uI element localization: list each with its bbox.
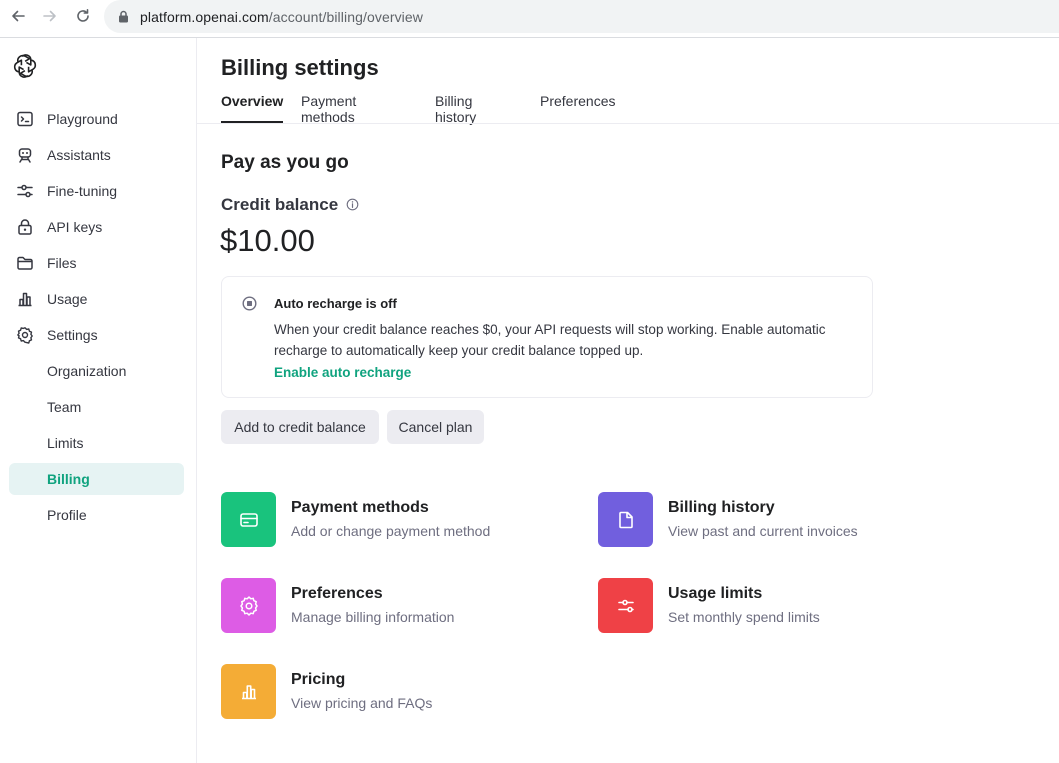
sidebar-item-label: Usage	[47, 291, 88, 307]
tile-icon-box	[221, 664, 276, 719]
sidebar-item-playground[interactable]: Playground	[9, 103, 184, 135]
document-icon	[618, 511, 633, 528]
tile-billing-history[interactable]: Billing history View past and current in…	[598, 492, 938, 548]
lock-icon	[118, 10, 130, 23]
tile-pricing[interactable]: Pricing View pricing and FAQs	[221, 664, 561, 720]
info-icon[interactable]	[346, 198, 359, 211]
tile-preferences[interactable]: Preferences Manage billing information	[221, 578, 561, 634]
sidebar-item-label: Fine-tuning	[47, 183, 118, 199]
lock-icon	[18, 219, 32, 235]
tile-subtitle: Set monthly spend limits	[668, 609, 820, 625]
sidebar-item-label: Team	[47, 399, 82, 415]
auto-recharge-title: Auto recharge is off	[274, 296, 397, 311]
sliders-icon	[617, 599, 634, 612]
bar-chart-icon	[241, 684, 256, 699]
sidebar-item-limits[interactable]: Limits	[9, 427, 184, 459]
terminal-icon	[17, 111, 33, 127]
sidebar-item-assistants[interactable]: Assistants	[9, 139, 184, 171]
sidebar-item-profile[interactable]: Profile	[9, 499, 184, 531]
tile-subtitle: Manage billing information	[291, 609, 455, 625]
browser-toolbar: platform.openai.com/account/billing/over…	[0, 0, 1059, 33]
reload-icon	[77, 9, 89, 22]
arrow-right-icon	[43, 10, 56, 22]
tabs-divider	[197, 123, 1059, 124]
tab-billing-history[interactable]: Billing history	[435, 93, 476, 125]
credit-balance-label: Credit balance	[221, 195, 339, 214]
plan-title: Pay as you go	[221, 152, 349, 173]
sidebar-item-label: Settings	[47, 327, 98, 343]
cancel-plan-button[interactable]: Cancel plan	[387, 410, 484, 444]
sidebar-item-organization[interactable]: Organization	[9, 355, 184, 387]
tile-icon-box	[598, 578, 653, 633]
add-to-credit-balance-button[interactable]: Add to credit balance	[221, 410, 379, 444]
tab-payment-methods[interactable]: Payment methods	[301, 93, 356, 125]
folder-icon	[17, 256, 33, 270]
radio-off-icon	[242, 296, 257, 311]
sidebar-item-api-keys[interactable]: API keys	[9, 211, 184, 243]
tile-title: Preferences	[291, 585, 383, 602]
tile-icon-box	[221, 578, 276, 633]
openai-logo-icon[interactable]	[12, 53, 38, 79]
sidebar: Playground Assistants Fine-tuning API ke…	[0, 38, 197, 763]
tile-title: Pricing	[291, 671, 346, 688]
sidebar-item-settings[interactable]: Settings	[9, 319, 184, 351]
sidebar-item-label: Limits	[47, 435, 84, 451]
credit-balance-amount: $10.00	[220, 223, 315, 258]
sliders-icon	[17, 184, 33, 198]
url-text: platform.openai.com/account/billing/over…	[140, 8, 423, 25]
tile-subtitle: View pricing and FAQs	[291, 695, 433, 711]
sidebar-item-usage[interactable]: Usage	[9, 283, 184, 315]
sidebar-item-label: API keys	[47, 219, 103, 235]
tile-icon-box	[598, 492, 653, 547]
sidebar-item-label: Assistants	[47, 147, 111, 163]
tile-title: Billing history	[668, 499, 775, 516]
tile-subtitle: View past and current invoices	[668, 523, 858, 539]
tile-title: Payment methods	[291, 499, 429, 516]
sidebar-item-label: Profile	[47, 507, 87, 523]
credit-card-icon	[239, 512, 258, 527]
tile-usage-limits[interactable]: Usage limits Set monthly spend limits	[598, 578, 938, 634]
tile-subtitle: Add or change payment method	[291, 523, 491, 539]
sidebar-item-label: Playground	[47, 111, 118, 127]
auto-recharge-description: When your credit balance reaches $0, you…	[274, 322, 826, 358]
tile-payment-methods[interactable]: Payment methods Add or change payment me…	[221, 492, 561, 548]
tile-title: Usage limits	[668, 585, 763, 602]
bar-chart-icon	[18, 292, 32, 307]
reload-button[interactable]	[71, 5, 95, 27]
auto-recharge-card: Auto recharge is off When your credit ba…	[221, 276, 873, 398]
gear-icon	[239, 595, 258, 616]
sidebar-item-billing[interactable]: Billing	[9, 463, 184, 495]
forward-button[interactable]	[38, 5, 62, 27]
enable-auto-recharge-link[interactable]: Enable auto recharge	[274, 365, 411, 380]
main-content: Billing settings Overview Payment method…	[197, 38, 1059, 763]
tab-preferences[interactable]: Preferences	[540, 93, 615, 123]
gear-icon	[17, 327, 33, 344]
arrow-left-icon	[12, 10, 25, 22]
sidebar-item-fine-tuning[interactable]: Fine-tuning	[9, 175, 184, 207]
sidebar-item-label: Files	[47, 255, 77, 271]
back-button[interactable]	[6, 5, 30, 27]
page-title: Billing settings	[221, 55, 379, 80]
address-bar[interactable]: platform.openai.com/account/billing/over…	[104, 0, 1059, 33]
tile-icon-box	[221, 492, 276, 547]
sidebar-item-files[interactable]: Files	[9, 247, 184, 279]
sidebar-item-label: Billing	[47, 471, 90, 487]
tab-overview[interactable]: Overview	[221, 93, 284, 123]
sidebar-item-team[interactable]: Team	[9, 391, 184, 423]
robot-icon	[18, 148, 32, 163]
sidebar-item-label: Organization	[47, 363, 127, 379]
